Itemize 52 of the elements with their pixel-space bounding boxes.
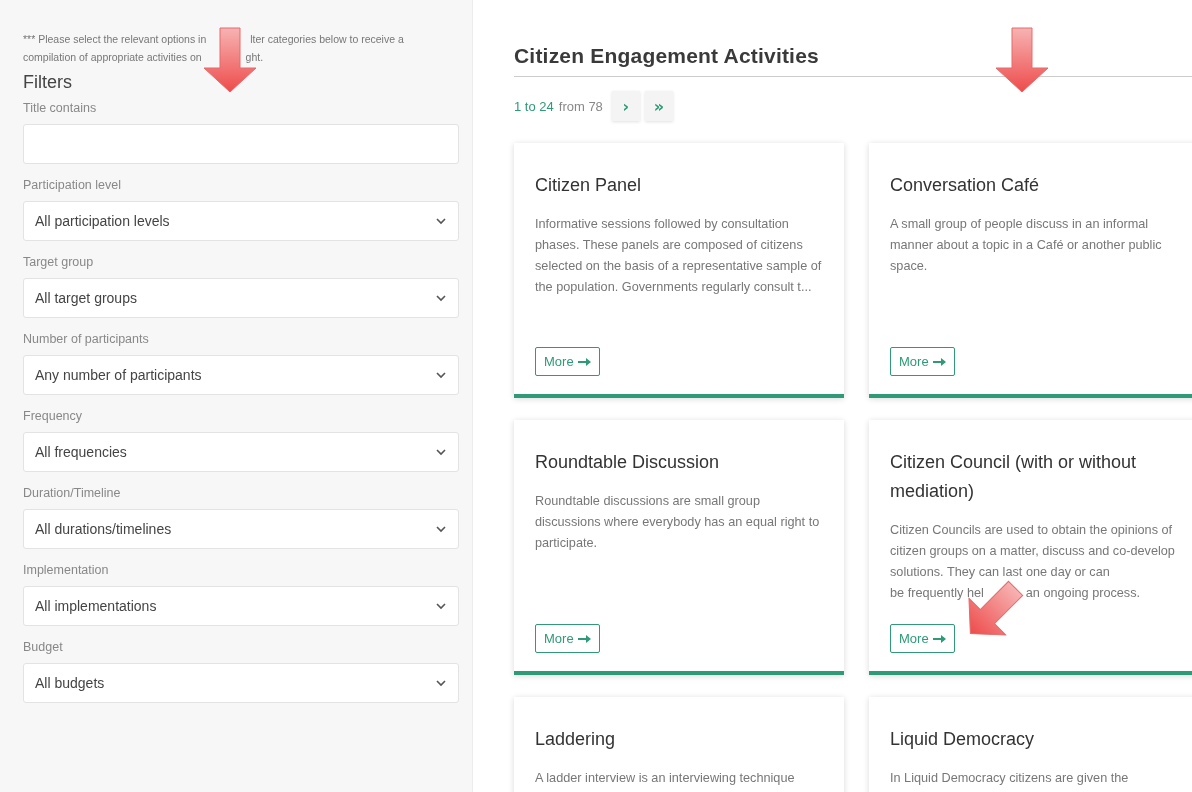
dropdown[interactable]: All frequencies — [23, 432, 459, 472]
field-label: Budget — [23, 640, 64, 654]
dropdown[interactable]: All participation levels — [23, 201, 459, 241]
filters-heading: Filters — [23, 72, 73, 93]
chevron-icon — [436, 371, 446, 379]
card-description: an ongoing process. — [1025, 586, 1141, 600]
card-description: be frequently hel — [890, 586, 984, 600]
more-button[interactable]: More — [890, 347, 955, 376]
field-label: Frequency — [23, 409, 84, 423]
result-total: from 78 — [558, 98, 603, 114]
instruction-text: *** Please select the relevant options in — [23, 33, 207, 45]
dropdown[interactable]: All budgets — [23, 663, 459, 703]
instruction-text: compilation of appropriate activities on — [23, 51, 202, 63]
field-label: Implementation — [23, 563, 110, 577]
arrow-right-icon — [932, 357, 946, 366]
card-description: A small group of people discuss in an informal manner about a topic in a Café or another public space. — [890, 216, 1163, 275]
card-description: A ladder interview is an interviewing technique — [535, 770, 796, 787]
chevron-icon — [436, 525, 446, 533]
dropdown[interactable]: Any number of participants — [23, 355, 459, 395]
chevron-icon — [436, 679, 446, 687]
card-title: Liquid Democracy — [890, 728, 1036, 751]
field-label: Duration/Timeline — [23, 486, 122, 500]
card-title: Roundtable Discussion — [535, 451, 721, 474]
chevron-icon — [436, 294, 446, 302]
card-title: Citizen Council (with or without mediation) — [890, 451, 1138, 503]
more-button[interactable]: More — [535, 624, 600, 653]
card-title: Conversation Café — [890, 174, 1041, 197]
dropdown[interactable]: All target groups — [23, 278, 459, 318]
arrow-right-icon — [932, 634, 946, 643]
chevron-icon — [436, 602, 446, 610]
arrow-icon — [995, 27, 1049, 93]
chevron-icon — [436, 217, 446, 225]
more-button[interactable]: More — [535, 347, 600, 376]
field-label: Target group — [23, 255, 95, 269]
chevron-icon — [436, 448, 446, 456]
dropdown[interactable]: All implementations — [23, 586, 459, 626]
field-label: Participation level — [23, 178, 122, 192]
instruction-text: ght. — [245, 51, 264, 63]
card-description: In Liquid Democracy citizens are given the — [890, 770, 1130, 787]
input-field[interactable] — [23, 124, 459, 164]
field-label: Number of participants — [23, 332, 150, 346]
instruction-text: lter categories below to receive a — [250, 33, 404, 45]
card-title: Laddering — [535, 728, 617, 751]
more-button[interactable]: More — [890, 624, 955, 653]
card-description: Informative sessions followed by consultation phases. These panels are composed of citizens selected on the basis of a representative sample of the population. Governments regularly consult t... — [535, 216, 823, 296]
result-range: 1 to 24 — [514, 98, 554, 114]
card-description: Roundtable discussions are small group discussions where everybody has an equal right to participate. — [535, 493, 821, 552]
field-label: Title contains — [23, 101, 98, 115]
card-title: Citizen Panel — [535, 174, 643, 197]
dropdown[interactable]: All durations/timelines — [23, 509, 459, 549]
arrow-right-icon — [577, 357, 591, 366]
arrow-right-icon — [577, 634, 591, 643]
